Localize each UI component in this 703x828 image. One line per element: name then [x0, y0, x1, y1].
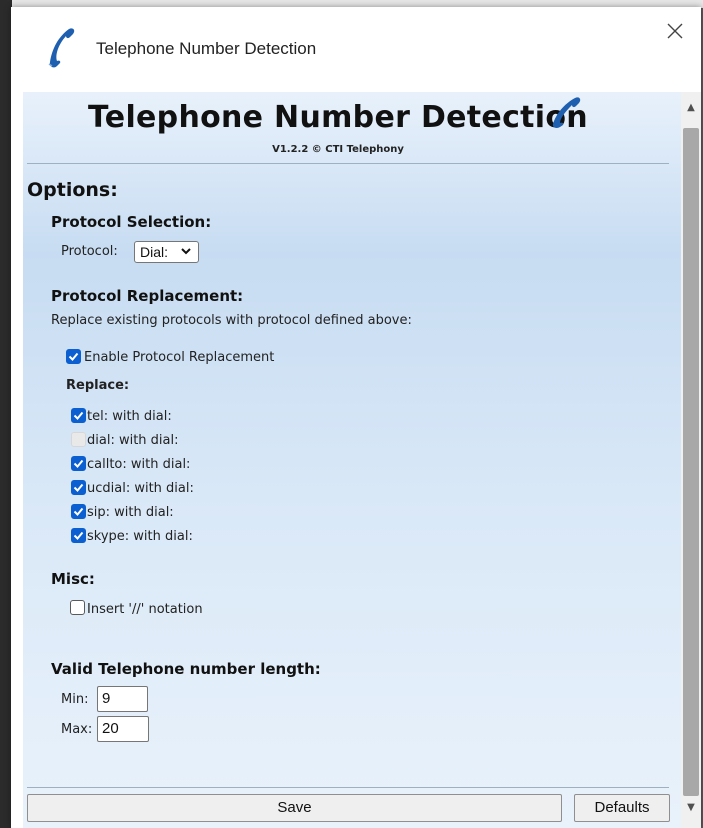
max-label: Max: [61, 722, 93, 737]
replace-heading: Replace: [66, 378, 130, 393]
replace-ucdial-checkbox[interactable] [71, 480, 86, 495]
checkmark-icon [73, 483, 84, 492]
replace-skype-label: skype: with dial: [87, 529, 193, 544]
length-heading: Valid Telephone number length: [51, 660, 321, 678]
version-text: V1.2.2 © CTI Telephony [272, 144, 404, 155]
scrollbar-thumb[interactable] [683, 128, 699, 796]
divider [27, 163, 669, 164]
defaults-button[interactable]: Defaults [574, 794, 670, 822]
dialog-titlebar: Telephone Number Detection [11, 7, 701, 89]
replace-callto-checkbox[interactable] [71, 456, 86, 471]
enable-protocol-replacement-label: Enable Protocol Replacement [84, 350, 275, 365]
replace-sip-checkbox[interactable] [71, 504, 86, 519]
protocol-replacement-description: Replace existing protocols with protocol… [51, 313, 412, 328]
replace-ucdial-label: ucdial: with dial: [87, 481, 194, 496]
protocol-label: Protocol: [61, 244, 118, 259]
telephone-icon [48, 28, 75, 68]
vertical-scrollbar[interactable]: ▲ ▼ [681, 92, 701, 828]
replace-sip-label: sip: with dial: [87, 505, 174, 520]
checkmark-icon [73, 507, 84, 516]
insert-notation-label: Insert '//' notation [87, 602, 203, 617]
options-page: Telephone Number Detection V1.2.2 © CTI … [23, 92, 681, 828]
checkmark-icon [73, 531, 84, 540]
close-icon[interactable] [663, 19, 687, 43]
dialog-title: Telephone Number Detection [96, 39, 317, 58]
protocol-replacement-heading: Protocol Replacement: [51, 287, 244, 305]
extension-options-dialog: Telephone Number Detection Telephone Num… [11, 7, 701, 828]
checkmark-icon [73, 459, 84, 468]
protocol-selection-heading: Protocol Selection: [51, 213, 212, 231]
options-heading: Options: [27, 179, 118, 201]
replace-skype-checkbox[interactable] [71, 528, 86, 543]
protocol-select-value: Dial: [140, 244, 169, 260]
chevron-down-icon [181, 248, 191, 255]
replace-dial-checkbox [71, 432, 86, 447]
telephone-icon [552, 97, 581, 128]
misc-heading: Misc: [51, 570, 95, 588]
save-button[interactable]: Save [27, 794, 562, 822]
divider [27, 787, 669, 788]
protocol-select[interactable]: Dial: [134, 241, 199, 263]
min-label: Min: [61, 692, 89, 707]
replace-tel-checkbox[interactable] [71, 408, 86, 423]
checkmark-icon [68, 352, 79, 361]
replace-dial-label: dial: with dial: [87, 433, 179, 448]
min-length-input[interactable]: 9 [97, 686, 148, 712]
scroll-up-arrow-icon[interactable]: ▲ [681, 98, 701, 118]
replace-tel-label: tel: with dial: [87, 409, 172, 424]
checkmark-icon [73, 411, 84, 420]
replace-callto-label: callto: with dial: [87, 457, 191, 472]
scroll-down-arrow-icon[interactable]: ▼ [681, 798, 701, 818]
max-length-input[interactable]: 20 [97, 716, 149, 742]
insert-notation-checkbox[interactable] [70, 600, 85, 615]
enable-protocol-replacement-checkbox[interactable] [66, 349, 81, 364]
